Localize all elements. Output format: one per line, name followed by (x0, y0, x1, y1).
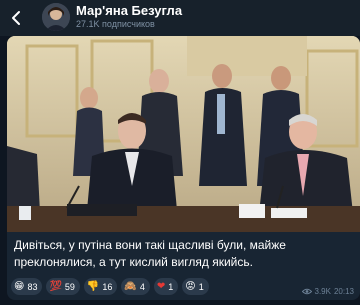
reaction-heart[interactable]: ❤ 1 (153, 278, 179, 295)
pouting-face-emoji-icon: 😡 (185, 281, 196, 292)
eye-icon (301, 288, 312, 295)
message-caption: Дивіться, у путіна вони такі щасливі бул… (14, 238, 286, 269)
message-time: 20:13 (333, 287, 354, 296)
reaction-count: 83 (27, 281, 38, 292)
reaction-count: 59 (64, 281, 75, 292)
grinning-face-emoji-icon: 😁 (14, 281, 25, 292)
thumbs-down-emoji-icon: 👎 (86, 281, 100, 292)
reaction-count: 4 (139, 281, 145, 292)
message-bubble: Дивіться, у путіна вони такі щасливі бул… (7, 36, 360, 300)
chat-header: Мар'яна Безугла 27.1K подписчиков (0, 0, 360, 36)
message-photo[interactable] (7, 36, 360, 232)
reactions-bar: 😁 83 💯 59 👎 16 🙈 4 ❤ 1 😡 1 (11, 278, 209, 298)
reaction-count: 1 (198, 281, 204, 292)
reaction-count: 16 (102, 281, 113, 292)
reaction-grinning[interactable]: 😁 83 (11, 278, 43, 295)
subscriber-count: 27.1K подписчиков (76, 19, 155, 29)
reaction-pouting[interactable]: 😡 1 (182, 278, 209, 295)
view-count: 3.9K (314, 287, 331, 296)
reaction-monkey[interactable]: 🙈 4 (121, 278, 150, 295)
reaction-count: 1 (168, 281, 174, 292)
hundred-points-emoji-icon: 💯 (49, 281, 62, 292)
back-arrow-icon[interactable] (6, 8, 26, 28)
channel-title[interactable]: Мар'яна Безугла (76, 3, 182, 18)
reaction-thumbs-down[interactable]: 👎 16 (83, 278, 118, 295)
message-meta: 3.9K 20:13 (301, 287, 354, 296)
reaction-hundred[interactable]: 💯 59 (46, 278, 80, 295)
monkey-emoji-icon: 🙈 (124, 281, 137, 292)
channel-avatar[interactable] (42, 3, 70, 31)
red-heart-emoji-icon: ❤ (156, 281, 166, 292)
